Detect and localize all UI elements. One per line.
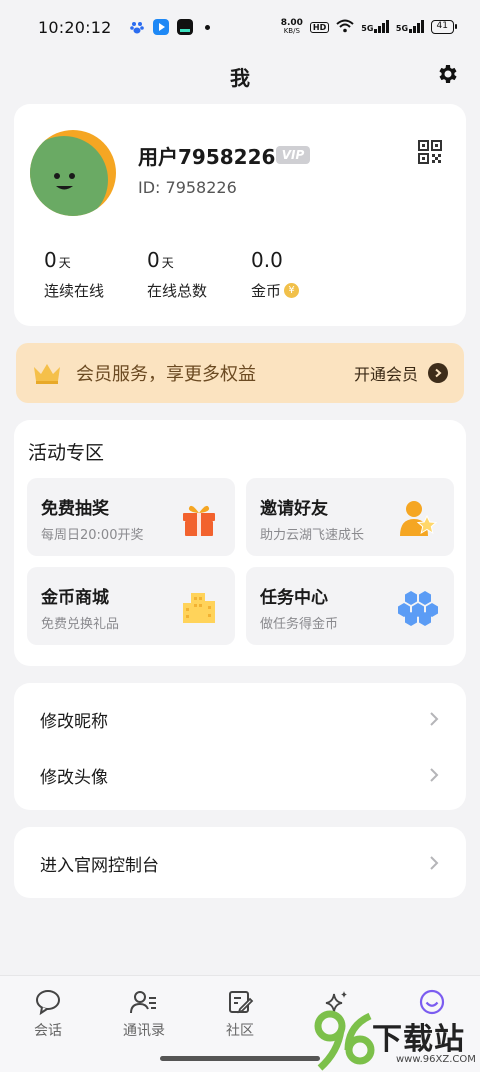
user-id: ID: 7958226 [138,178,237,197]
vip-banner[interactable]: 会员服务，享更多权益 开通会员 [16,343,464,403]
watermark-text: 下载站 [372,1022,465,1057]
chevron-right-icon [430,856,439,870]
qr-code-icon [418,140,442,164]
wifi-icon [336,18,354,37]
tile-subtitle: 每周日20:00开奖 [41,528,144,543]
console-list: 进入官网控制台 [14,827,466,898]
hexagon-cluster-icon [398,591,438,626]
vip-banner-text: 会员服务，享更多权益 [76,364,256,385]
watermark-url: www.96XZ.COM [396,1054,476,1065]
status-bar: 10:20:12 8.00 KB/S HD 5G 5G 41 [0,0,480,54]
tile-invite-friends[interactable]: 邀请好友 助力云湖飞速成长 [246,478,454,556]
stat-unit: 天 [58,256,71,270]
stat-value: 0 [44,248,57,272]
settings-button[interactable] [434,60,462,88]
tile-coin-mall[interactable]: 金币商城 免费兑换礼品 [27,567,235,645]
avatar[interactable] [30,130,116,216]
crown-icon [34,364,60,384]
community-icon [229,991,254,1014]
stat-value: 0 [147,248,160,272]
signal-icon-2: 5G [396,20,424,33]
qr-code-button[interactable] [416,138,444,166]
video-app-icon [177,19,194,35]
menu-label: 修改头像 [40,767,108,788]
tile-subtitle: 免费兑换礼品 [41,617,120,632]
profile-card: 用户7958226 VIP ID: 7958226 0天 连续在线 0天 在线总… [14,104,466,326]
tile-task-center[interactable]: 任务中心 做任务得金币 [246,567,454,645]
gift-icon [183,505,215,536]
vip-badge: VIP [276,146,310,164]
nav-contacts[interactable]: 通讯录 [96,988,192,1040]
open-vip-button[interactable]: 开通会员 [354,361,418,385]
gear-icon [439,65,457,83]
nav-label: 通讯录 [123,1023,165,1039]
building-icon [183,593,215,623]
baidu-app-icon [129,19,145,35]
chevron-right-icon [428,363,448,383]
network-speed: 8.00 KB/S [280,18,303,36]
page-title: 我 [230,66,250,90]
stat-label: 在线总数 [147,282,208,300]
edit-avatar-item[interactable]: 修改头像 [14,747,466,803]
watermark-logo [314,1010,375,1071]
tile-title: 任务中心 [260,588,328,608]
tile-title: 金币商城 [41,588,109,608]
stat-label: 连续在线 [44,282,105,300]
hd-icon: HD [309,21,330,33]
tile-subtitle: 助力云湖飞速成长 [260,528,365,543]
invite-user-icon [400,501,438,536]
status-time: 10:20:12 [38,17,112,37]
tile-free-lottery[interactable]: 免费抽奖 每周日20:00开奖 [27,478,235,556]
menu-label: 进入官网控制台 [40,855,159,876]
nav-chats[interactable]: 会话 [0,988,96,1040]
tile-title: 邀请好友 [260,499,328,519]
battery-icon: 41 [430,20,458,34]
stat-unit: 天 [161,256,174,270]
tile-subtitle: 做任务得金币 [260,617,339,632]
profile-settings-list: 修改昵称 修改头像 [14,683,466,810]
chat-bubble-icon [36,990,60,1016]
edit-nickname-item[interactable]: 修改昵称 [14,691,466,747]
official-console-item[interactable]: 进入官网控制台 [14,835,466,891]
stat-coins[interactable]: 0.0 金币 ¥ [251,248,300,301]
coin-icon: ¥ [284,283,300,298]
watermark: 下载站 www.96XZ.COM [308,1008,480,1072]
nav-label: 会话 [34,1023,62,1039]
chevron-right-icon [430,768,439,782]
more-notifications-dot [205,24,211,30]
status-indicators: 8.00 KB/S HD 5G 5G 41 [280,18,458,37]
chevron-right-icon [430,712,439,726]
stat-label: 金币 [251,282,282,300]
activity-section: 活动专区 免费抽奖 每周日20:00开奖 邀请好友 助力云湖飞速成长 金币商城 … [14,420,466,666]
home-indicator[interactable] [160,1056,320,1061]
user-name: 用户7958226 [138,145,276,169]
contacts-icon [130,991,156,1014]
stat-total-online: 0天 在线总数 [147,248,207,301]
stat-label-wrap: 金币 ¥ [251,280,300,301]
nav-community[interactable]: 社区 [192,988,288,1040]
play-app-icon [153,19,170,35]
nav-label: 社区 [226,1023,254,1039]
tile-title: 免费抽奖 [41,499,109,519]
stat-value: 0.0 [251,248,283,272]
notification-icons [129,19,211,35]
stat-consecutive-online: 0天 连续在线 [44,248,104,301]
signal-icon-1: 5G [361,20,389,33]
menu-label: 修改昵称 [40,711,108,732]
section-title: 活动专区 [28,442,105,464]
